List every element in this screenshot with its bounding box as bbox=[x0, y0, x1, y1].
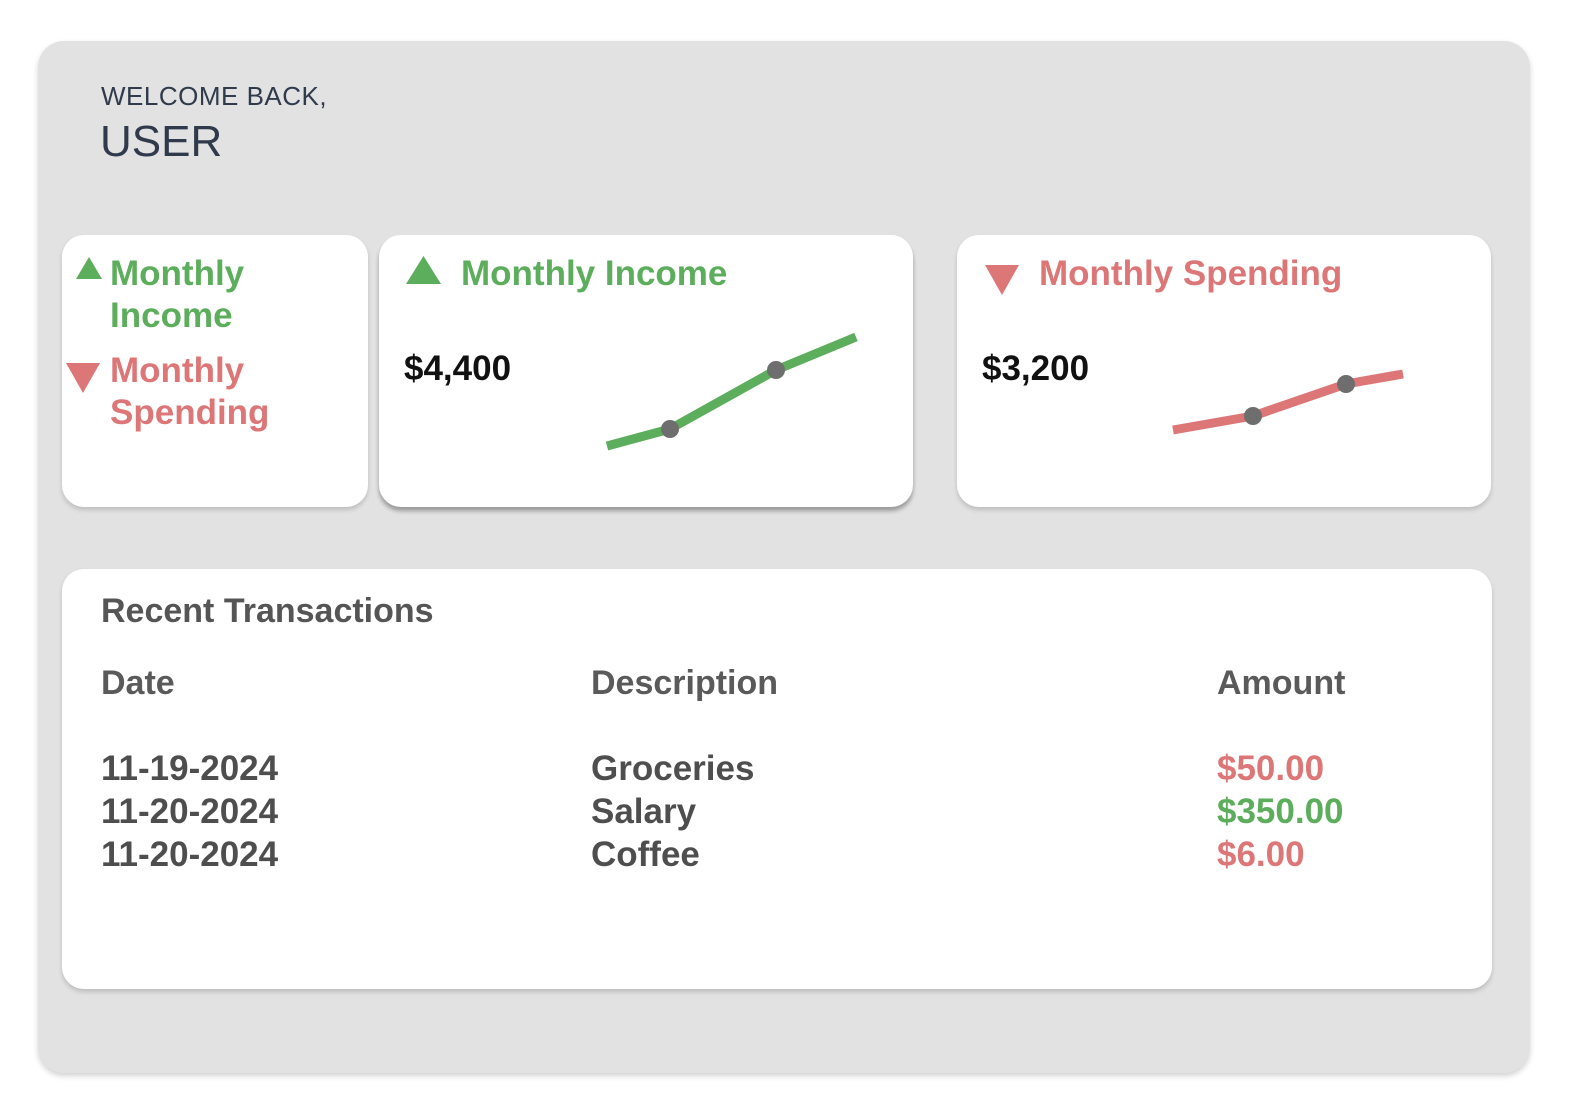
column-header-description: Description bbox=[591, 664, 779, 702]
dashboard-panel: WELCOME BACK, USER Monthly Income Monthl… bbox=[38, 41, 1530, 1073]
column-header-amount: Amount bbox=[1217, 664, 1346, 702]
description-column: Groceries Salary Coffee bbox=[591, 747, 754, 876]
transaction-amount: $50.00 bbox=[1217, 749, 1325, 788]
recent-transactions-card: Recent Transactions Date Description Amo… bbox=[62, 569, 1492, 989]
legend-card: Monthly Income Monthly Spending bbox=[62, 235, 368, 507]
income-amount: $4,400 bbox=[404, 349, 512, 388]
spending-sparkline bbox=[1172, 369, 1404, 435]
transaction-date: 11-19-2024 bbox=[101, 749, 279, 788]
transaction-description: Salary bbox=[591, 792, 697, 831]
income-card-title: Monthly Income bbox=[461, 254, 728, 293]
column-header-date: Date bbox=[101, 664, 175, 702]
transactions-title: Recent Transactions bbox=[101, 592, 434, 630]
transaction-description: Groceries bbox=[591, 749, 755, 788]
user-name: USER bbox=[100, 117, 223, 166]
date-column: 11-19-2024 11-20-2024 11-20-2024 bbox=[101, 747, 278, 876]
transaction-date: 11-20-2024 bbox=[101, 835, 279, 874]
triangle-down-icon bbox=[985, 265, 1019, 295]
triangle-up-icon bbox=[406, 256, 441, 284]
welcome-text: WELCOME BACK, bbox=[101, 81, 328, 111]
triangle-up-icon bbox=[76, 257, 102, 279]
income-card[interactable]: Monthly Income $4,400 bbox=[379, 235, 913, 507]
transaction-date: 11-20-2024 bbox=[101, 792, 279, 831]
spending-card-title: Monthly Spending bbox=[1039, 254, 1343, 293]
legend-spending-label: Monthly Spending bbox=[110, 351, 270, 432]
spending-card[interactable]: Monthly Spending $3,200 bbox=[957, 235, 1491, 507]
transaction-amount: $6.00 bbox=[1217, 835, 1305, 874]
triangle-down-icon bbox=[66, 363, 100, 393]
amount-column: $50.00 $350.00 $6.00 bbox=[1217, 747, 1344, 876]
transaction-description: Coffee bbox=[591, 835, 700, 874]
legend-income-label: Monthly Income bbox=[110, 254, 245, 335]
spending-amount: $3,200 bbox=[982, 349, 1090, 388]
income-sparkline bbox=[605, 332, 858, 451]
transaction-amount: $350.00 bbox=[1217, 792, 1344, 831]
